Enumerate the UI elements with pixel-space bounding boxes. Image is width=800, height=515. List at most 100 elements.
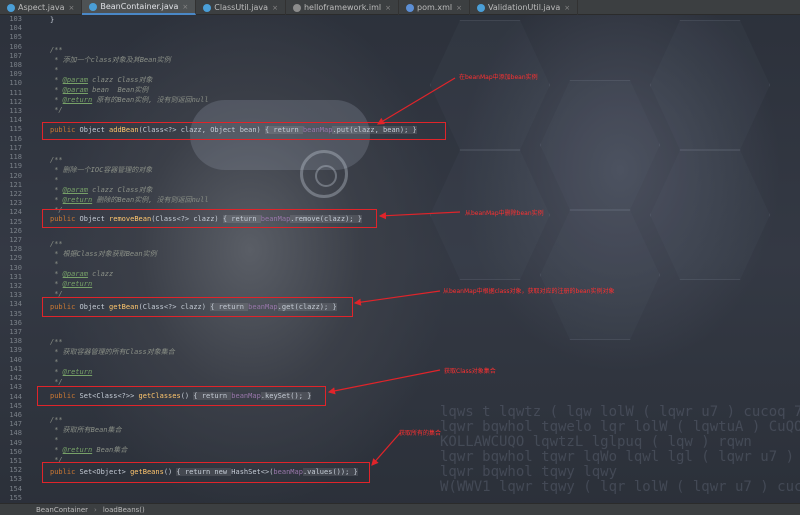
code-line: * 添加一个class对象及其Bean实例 xyxy=(50,56,171,64)
line-number: 124 xyxy=(9,208,22,217)
line-number: 149 xyxy=(9,438,22,447)
comment-text: * xyxy=(50,196,63,204)
comment-text: clazz Class对象 xyxy=(87,186,153,194)
breadcrumb-method[interactable]: loadBeans() xyxy=(103,506,145,514)
comment-text: * xyxy=(50,186,63,194)
tab-label: ValidationUtil.java xyxy=(487,3,561,12)
close-icon[interactable]: × xyxy=(68,4,74,12)
code-line: /** xyxy=(50,416,63,424)
line-number-gutter: 103 104 105 106 107 108 109 110 111 112 113 114 115 1… xyxy=(0,15,26,503)
line-number: 140 xyxy=(9,355,22,364)
tab-0[interactable]: Aspect.java × xyxy=(0,0,83,15)
javadoc-tag: @return xyxy=(62,368,93,376)
line-number: 128 xyxy=(9,245,22,254)
code-line: * @return Bean集合 xyxy=(50,445,127,455)
javadoc-tag: @param xyxy=(62,186,88,194)
line-number: 134 xyxy=(9,300,22,309)
code-line: * @param clazz xyxy=(50,269,113,279)
chevron-right-icon: › xyxy=(94,505,97,514)
line-number: 141 xyxy=(9,364,22,373)
line-number: 145 xyxy=(9,401,22,410)
line-number: 106 xyxy=(9,42,22,51)
tab-label: pom.xml xyxy=(417,3,453,12)
line-number: 121 xyxy=(9,180,22,189)
code-line: * 删除一个IOC容器管理的对象 xyxy=(50,166,153,174)
line-number: 111 xyxy=(9,88,22,97)
code-line: * xyxy=(50,358,59,366)
tab-2[interactable]: ClassUtil.java × xyxy=(196,0,286,15)
comment-text: 删除的Bean实例, 没有则返回null xyxy=(92,196,209,204)
highlight-box-add-bean xyxy=(42,122,446,140)
line-number: 113 xyxy=(9,107,22,116)
line-number: 105 xyxy=(9,33,22,42)
tab-label: ClassUtil.java xyxy=(214,3,269,12)
code-line: * xyxy=(50,260,59,268)
tab-label: helloframework.iml xyxy=(303,3,382,12)
close-icon[interactable]: × xyxy=(564,4,570,12)
line-number: 142 xyxy=(9,374,22,383)
code-line: * 根据Class对象获取Bean实例 xyxy=(50,250,157,258)
javadoc-tag: @param xyxy=(62,270,88,278)
tab-4[interactable]: pom.xml × xyxy=(399,0,470,15)
line-number: 114 xyxy=(9,116,22,125)
line-number: 155 xyxy=(9,493,22,502)
line-number: 131 xyxy=(9,272,22,281)
line-number: 139 xyxy=(9,346,22,355)
line-number: 118 xyxy=(9,153,22,162)
highlight-box-get-classes xyxy=(37,386,326,406)
line-number: 135 xyxy=(9,309,22,318)
annotation-get-bean: 从beanMap中根据class对象，获取对应的注册的bean实例对象 xyxy=(443,288,615,295)
code-line: * @param bean Bean实例 xyxy=(50,85,148,95)
maven-icon xyxy=(406,3,415,12)
javadoc-tag: @return xyxy=(62,280,93,288)
javadoc-tag: @return xyxy=(62,446,93,454)
line-number: 116 xyxy=(9,134,22,143)
breadcrumb: BeanContainer › loadBeans() xyxy=(0,503,800,515)
line-number: 120 xyxy=(9,171,22,180)
comment-text: Bean集合 xyxy=(92,446,128,454)
line-number: 109 xyxy=(9,70,22,79)
line-number: 152 xyxy=(9,466,22,475)
breadcrumb-class[interactable]: BeanContainer xyxy=(36,506,88,514)
javadoc-tag: @return xyxy=(62,196,93,204)
line-number: 154 xyxy=(9,484,22,493)
annotation-add-bean: 在beanMap中添加bean实例 xyxy=(459,74,538,81)
line-number: 133 xyxy=(9,291,22,300)
code-line: } xyxy=(50,16,55,24)
comment-text: * xyxy=(50,86,63,94)
line-number: 104 xyxy=(9,24,22,33)
code-line: * @return xyxy=(50,367,92,377)
close-icon[interactable]: × xyxy=(182,3,188,11)
comment-text: clazz xyxy=(87,270,114,278)
tab-5[interactable]: ValidationUtil.java × xyxy=(470,0,579,15)
line-number: 132 xyxy=(9,282,22,291)
line-number: 144 xyxy=(9,392,22,401)
annotation-remove-bean: 从beanMap中删除bean实例 xyxy=(465,210,544,217)
code-line: * 获取容器管理的所有Class对象集合 xyxy=(50,348,175,356)
close-icon[interactable]: × xyxy=(272,4,278,12)
java-class-icon xyxy=(203,3,212,12)
line-number: 146 xyxy=(9,410,22,419)
close-icon[interactable]: × xyxy=(385,4,391,12)
javadoc-tag: @param xyxy=(62,86,88,94)
code-line: * xyxy=(50,176,59,184)
code-line: * @return 原有的Bean实例, 没有则返回null xyxy=(50,95,208,105)
line-number: 117 xyxy=(9,143,22,152)
code-line: * @param clazz Class对象 xyxy=(50,75,152,85)
tab-1[interactable]: BeanContainer.java × xyxy=(82,0,197,15)
code-line: * xyxy=(50,66,59,74)
highlight-box-get-bean xyxy=(42,297,353,317)
line-number: 123 xyxy=(9,199,22,208)
comment-text: * xyxy=(50,96,63,104)
tab-3[interactable]: helloframework.iml × xyxy=(286,0,400,15)
code-line: /** xyxy=(50,338,63,346)
comment-text: * xyxy=(50,280,63,288)
highlight-box-remove-bean xyxy=(42,209,377,228)
comment-text: * xyxy=(50,76,63,84)
code-line: * xyxy=(50,436,59,444)
close-icon[interactable]: × xyxy=(456,4,462,12)
line-number: 110 xyxy=(9,79,22,88)
java-class-icon xyxy=(89,2,98,11)
javadoc-tag: @return xyxy=(62,96,93,104)
line-number: 127 xyxy=(9,235,22,244)
